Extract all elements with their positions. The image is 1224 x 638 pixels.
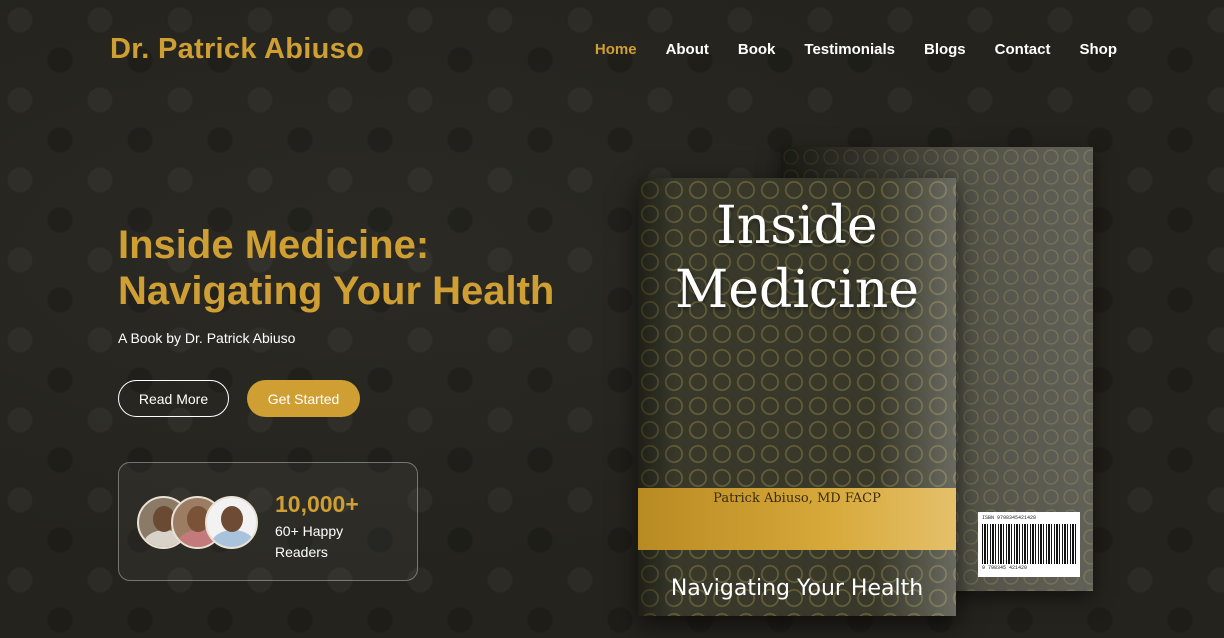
hero-title-line2: Navigating Your Health: [118, 269, 555, 313]
isbn-text: ISBN 9798345421420: [982, 515, 1037, 521]
reader-avatar: [205, 496, 258, 549]
nav-book[interactable]: Book: [738, 41, 776, 58]
site-header: Dr. Patrick Abiuso Home About Book Testi…: [0, 0, 1224, 100]
nav-about[interactable]: About: [666, 41, 709, 58]
main-nav: Home About Book Testimonials Blogs Conta…: [595, 41, 1117, 58]
book-cover-subtitle: Navigating Your Health: [670, 576, 924, 601]
barcode-bars: [982, 524, 1076, 564]
site-logo[interactable]: Dr. Patrick Abiuso: [110, 33, 364, 66]
book-barcode: ISBN 9798345421420 9 798345 421420: [978, 512, 1080, 577]
nav-blogs[interactable]: Blogs: [924, 41, 966, 58]
readers-label: 60+ Happy Readers: [275, 523, 344, 560]
read-more-button[interactable]: Read More: [118, 380, 229, 417]
book-front-cover: Inside Medicine Patrick Abiuso, MD FACP …: [638, 178, 956, 616]
readers-stats-card: 10,000+ 60+ Happy Readers: [118, 462, 418, 581]
book-cover-title: Inside Medicine: [638, 194, 956, 322]
book-author: Patrick Abiuso, MD FACP: [713, 491, 881, 506]
book-title-line1: Inside: [716, 196, 878, 256]
hero-title: Inside Medicine: Navigating Your Health: [118, 222, 638, 314]
nav-home[interactable]: Home: [595, 41, 637, 58]
get-started-button[interactable]: Get Started: [247, 380, 360, 417]
hero-subtitle: A Book by Dr. Patrick Abiuso: [118, 330, 296, 346]
nav-shop[interactable]: Shop: [1080, 41, 1118, 58]
book-title-line2: Medicine: [675, 260, 919, 320]
readers-count: 10,000+: [275, 491, 359, 517]
nav-testimonials[interactable]: Testimonials: [804, 41, 895, 58]
hero-title-line1: Inside Medicine:: [118, 223, 430, 267]
barcode-number: 9 798345 421420: [982, 565, 1028, 571]
nav-contact[interactable]: Contact: [995, 41, 1051, 58]
